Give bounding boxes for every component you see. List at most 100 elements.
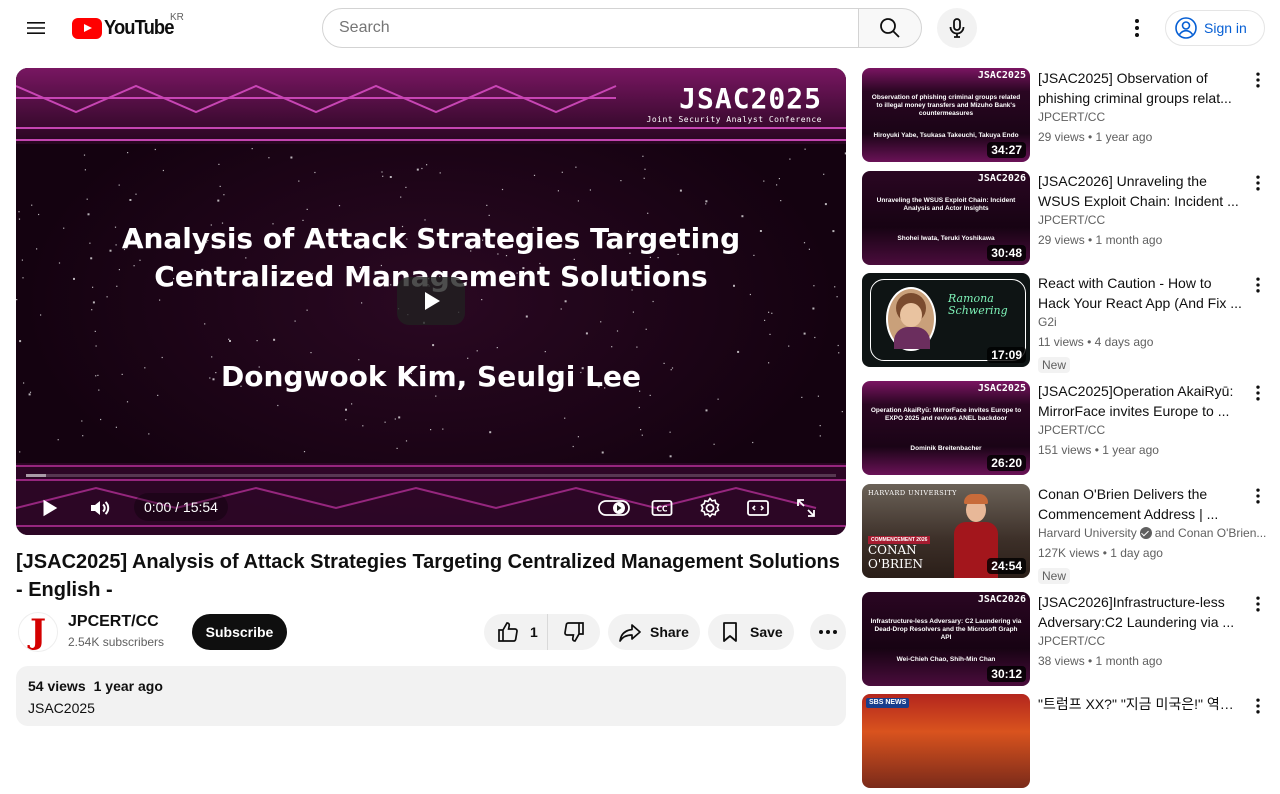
recommendation-meta: 11 views • 4 days ago	[1038, 335, 1154, 349]
video-thumbnail[interactable]: SBS NEWS	[862, 694, 1030, 788]
recommendation-channel[interactable]: JPCERT/CC	[1038, 423, 1268, 437]
slide-brand-subtitle: Joint Security Analyst Conference	[646, 115, 822, 124]
video-player[interactable]: JSAC2025 Joint Security Analyst Conferen…	[16, 68, 846, 535]
video-thumbnail[interactable]: JSAC2026 Infrastructure-less Adversary: …	[862, 592, 1030, 686]
thumbnail-brand: JSAC2025	[977, 383, 1026, 394]
like-count: 1	[530, 624, 538, 640]
fullscreen-button[interactable]	[790, 493, 822, 523]
recommendation-title-line2: Commencement Address | ...	[1038, 506, 1219, 522]
voice-search-button[interactable]	[937, 8, 977, 48]
video-duration: 30:48	[987, 245, 1026, 261]
youtube-logo[interactable]: YouTube	[72, 17, 180, 39]
recommendation-item[interactable]: JSAC2025 Observation of phishing crimina…	[862, 68, 1272, 168]
recommendation-menu-button[interactable]	[1246, 273, 1270, 297]
recommendation-channel[interactable]: Harvard University and Conan O'Brien...	[1038, 526, 1268, 540]
description-box[interactable]: 54 views 1 year ago JSAC2025	[16, 666, 846, 726]
recommendation-title[interactable]: [JSAC2025] Observation of phishing crimin…	[1038, 68, 1244, 108]
subscribe-button[interactable]: Subscribe	[192, 614, 287, 650]
save-button[interactable]: Save	[708, 614, 794, 650]
svg-text:CC: CC	[656, 505, 668, 514]
new-badge: New	[1038, 568, 1071, 584]
recommendation-menu-button[interactable]	[1246, 171, 1270, 195]
dislike-button[interactable]	[548, 614, 600, 650]
settings-button[interactable]	[694, 493, 726, 523]
channel-name[interactable]: JPCERT/CC	[68, 613, 159, 631]
share-icon	[619, 624, 641, 642]
large-play-button[interactable]	[397, 277, 465, 325]
speaker-portrait	[886, 287, 936, 351]
progress-bar[interactable]	[26, 474, 836, 477]
recommendation-title[interactable]: React with Caution - How to Hack Your Rea…	[1038, 273, 1244, 313]
recommendation-item[interactable]: JSAC2026 Unraveling the WSUS Exploit Cha…	[862, 171, 1272, 271]
recommendation-title-line1: [JSAC2026]Infrastructure-less	[1038, 594, 1225, 610]
recommendation-menu-button[interactable]	[1246, 592, 1270, 616]
autoplay-toggle[interactable]	[596, 493, 632, 523]
search-box[interactable]	[322, 8, 859, 48]
fullscreen-icon	[797, 499, 815, 517]
recommendation-item[interactable]: JSAC2025 Operation AkaiRyū: MirrorFace i…	[862, 381, 1272, 481]
buffered-segment	[26, 474, 46, 477]
recommendation-item[interactable]: JSAC2026 Infrastructure-less Adversary: …	[862, 592, 1272, 692]
thumbnail-authors: Hiroyuki Yabe, Tsukasa Takeuchi, Takuya …	[873, 132, 1019, 139]
recommendation-channel-name: JPCERT/CC	[1038, 213, 1106, 227]
slide-brand-title: JSAC2025	[679, 82, 822, 115]
recommendation-title[interactable]: [JSAC2026]Infrastructure-less Adversary:C…	[1038, 592, 1244, 632]
more-actions-button[interactable]	[810, 614, 846, 650]
recommendation-title[interactable]: "트럼프 XX?" "지금 미국은!" 역대급	[1038, 694, 1244, 714]
video-thumbnail[interactable]: JSAC2026 Unraveling the WSUS Exploit Cha…	[862, 171, 1030, 265]
recommendation-title-line1: "트럼프 XX?" "지금 미국은!" 역대급	[1038, 696, 1244, 712]
masthead: YouTube KR Sign in	[0, 0, 1280, 56]
recommendation-meta: 151 views • 1 year ago	[1038, 443, 1159, 457]
account-icon	[1175, 17, 1197, 39]
mute-button[interactable]	[84, 493, 116, 523]
more-vertical-icon	[1256, 72, 1260, 88]
recommendation-title[interactable]: Conan O'Brien Delivers the Commencement A…	[1038, 484, 1244, 524]
youtube-play-icon	[72, 17, 102, 39]
like-button[interactable]: 1	[484, 614, 548, 650]
recommendation-title[interactable]: [JSAC2025]Operation AkaiRyū: MirrorFace i…	[1038, 381, 1244, 421]
recommendation-channel[interactable]: JPCERT/CC	[1038, 110, 1268, 124]
video-thumbnail[interactable]: HARVARD UNIVERSITY COMMENCEMENT 2026 CON…	[862, 484, 1030, 578]
share-button[interactable]: Share	[608, 614, 700, 650]
captions-button[interactable]: CC	[646, 493, 678, 523]
video-thumbnail[interactable]: JSAC2025 Observation of phishing crimina…	[862, 68, 1030, 162]
search-button[interactable]	[858, 8, 922, 48]
view-count: 54 views	[28, 678, 86, 694]
recommendation-channel-name: JPCERT/CC	[1038, 423, 1106, 437]
description-tag[interactable]: JSAC2025	[28, 700, 834, 716]
recommendation-channel[interactable]: G2i	[1038, 315, 1268, 329]
recommendation-channel[interactable]: JPCERT/CC	[1038, 634, 1268, 648]
guide-menu-button[interactable]	[16, 8, 56, 48]
channel-avatar[interactable]: J	[18, 612, 58, 652]
recommendation-channel[interactable]: JPCERT/CC	[1038, 213, 1268, 227]
thumbnail-title: Operation AkaiRyū: MirrorFace invites Eu…	[870, 407, 1022, 422]
theater-mode-button[interactable]	[742, 493, 774, 523]
recommendation-title[interactable]: [JSAC2026] Unraveling the WSUS Exploit Ch…	[1038, 171, 1244, 211]
subscriber-count: 2.54K subscribers	[68, 635, 165, 649]
search-input[interactable]	[339, 19, 858, 37]
recommendation-item[interactable]: Ramona Schwering 17:09 React with Cautio…	[862, 273, 1272, 373]
recommendation-item[interactable]: HARVARD UNIVERSITY COMMENCEMENT 2026 CON…	[862, 484, 1272, 584]
video-thumbnail[interactable]: Ramona Schwering 17:09	[862, 273, 1030, 367]
recommendation-menu-button[interactable]	[1246, 68, 1270, 92]
thumbnail-authors: Dominik Breitenbacher	[910, 445, 982, 452]
recommendation-title-line1: [JSAC2025]Operation AkaiRyū:	[1038, 383, 1234, 399]
thumbnail-org: HARVARD UNIVERSITY	[868, 489, 957, 497]
thumbnail-authors: Wei-Chieh Chao, Shih-Min Chan	[896, 656, 996, 663]
sign-in-label: Sign in	[1204, 20, 1247, 36]
more-vertical-icon	[1256, 698, 1260, 714]
video-thumbnail[interactable]: JSAC2025 Operation AkaiRyū: MirrorFace i…	[862, 381, 1030, 475]
recommendation-item[interactable]: SBS NEWS "트럼프 XX?" "지금 미국은!" 역대급	[862, 694, 1272, 794]
more-vertical-icon	[1256, 385, 1260, 401]
settings-menu-button[interactable]	[1117, 8, 1157, 48]
recommendation-menu-button[interactable]	[1246, 694, 1270, 718]
slide-authors: Dongwook Kim, Seulgi Lee	[221, 360, 641, 393]
play-button[interactable]	[34, 493, 64, 523]
new-badge: New	[1038, 357, 1071, 373]
recommendation-menu-button[interactable]	[1246, 381, 1270, 405]
slide-brand: JSAC2025 Joint Security Analyst Conferen…	[647, 82, 822, 124]
save-label: Save	[750, 624, 783, 640]
logo-text: YouTube	[104, 16, 174, 39]
sign-in-button[interactable]: Sign in	[1165, 10, 1265, 46]
recommendation-menu-button[interactable]	[1246, 484, 1270, 508]
